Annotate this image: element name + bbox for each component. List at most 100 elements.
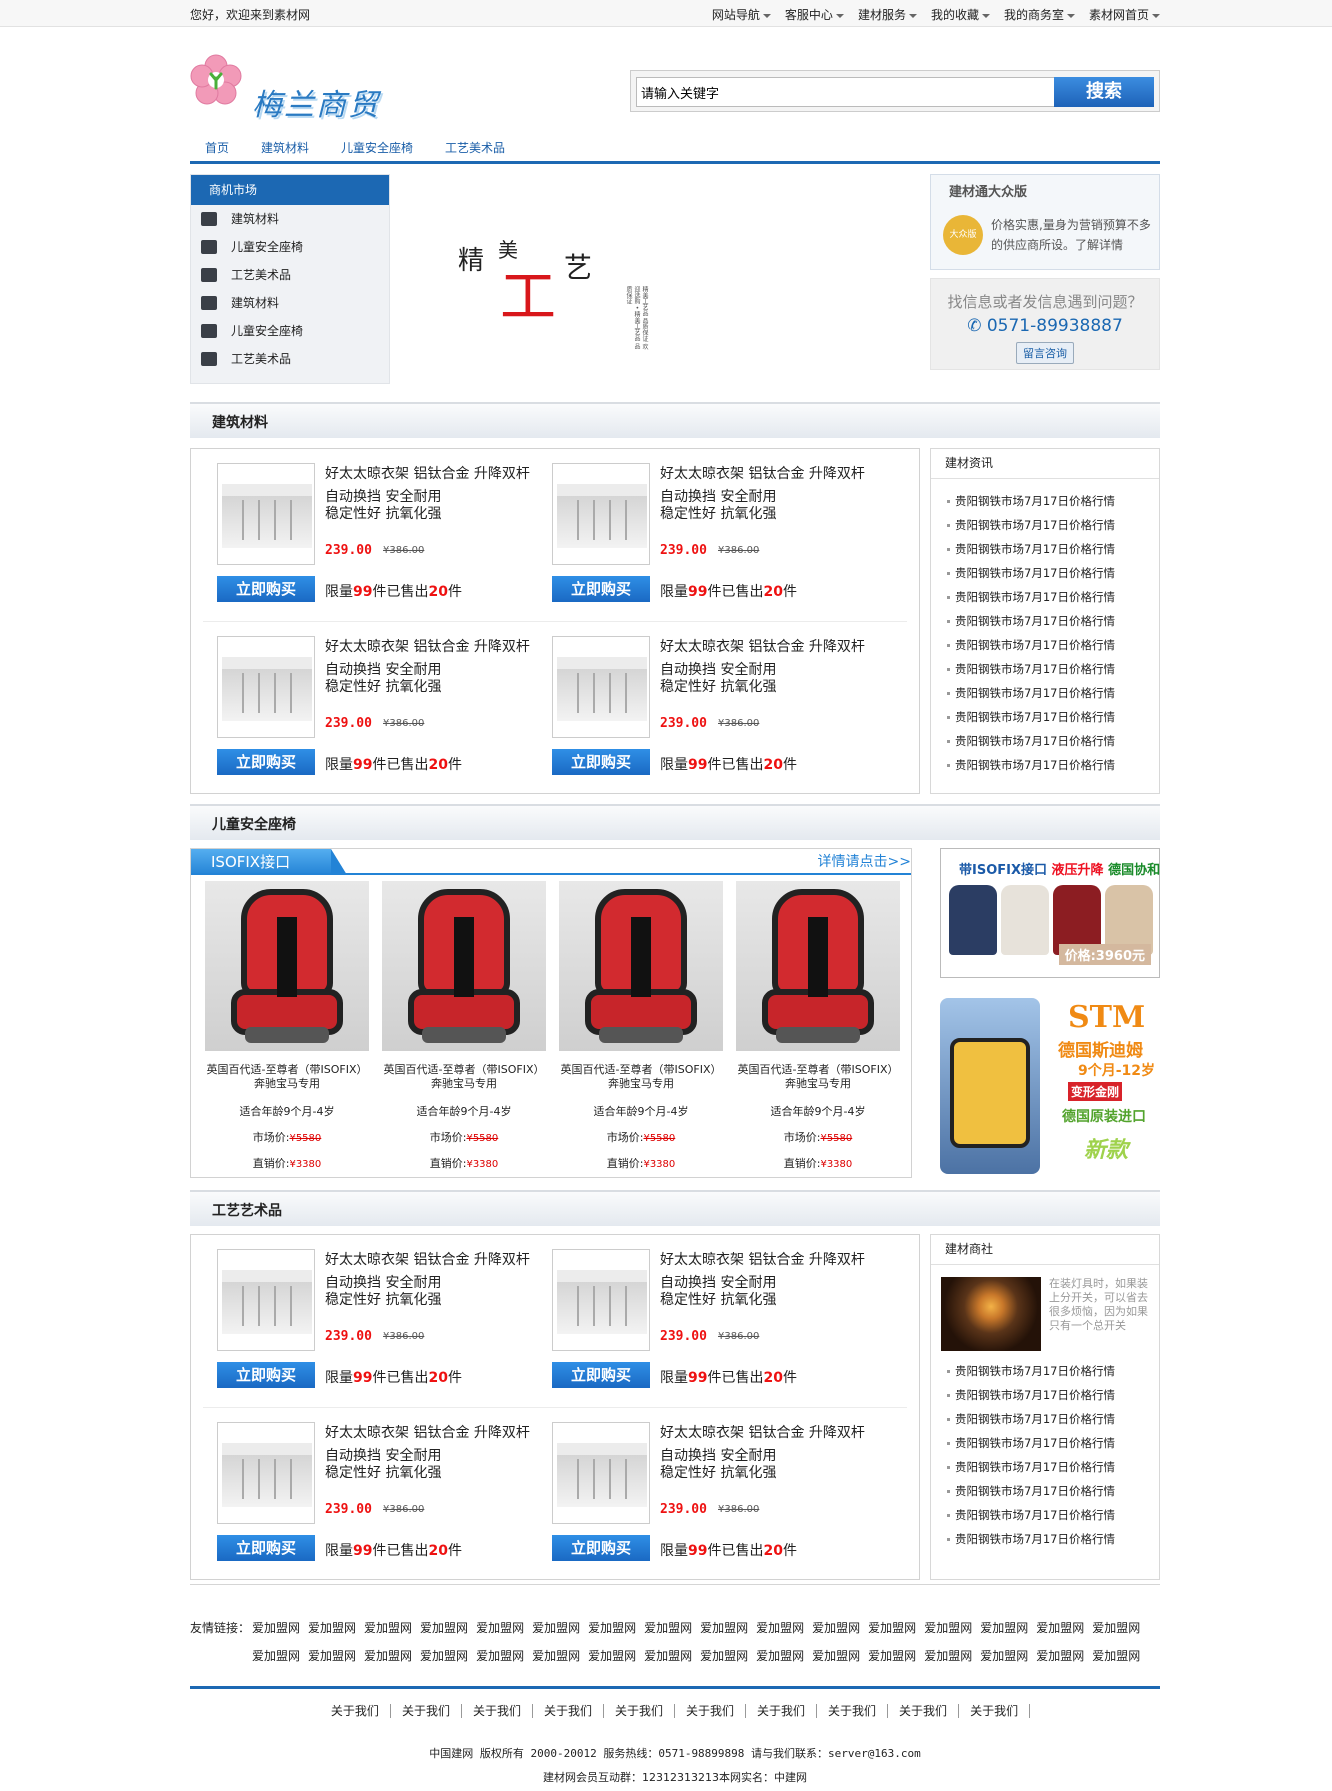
friend-link[interactable]: 爱加盟网 <box>700 1614 748 1642</box>
friend-link[interactable]: 爱加盟网 <box>532 1642 580 1670</box>
friend-link[interactable]: 爱加盟网 <box>1036 1642 1084 1670</box>
mainnav-home[interactable]: 首页 <box>205 138 229 161</box>
news-item[interactable]: 贵阳钢铁市场7月17日价格行情 <box>947 657 1159 681</box>
footer-link[interactable]: 关于我们 <box>391 1704 462 1718</box>
footer-link[interactable]: 关于我们 <box>320 1704 391 1718</box>
friend-link[interactable]: 爱加盟网 <box>1036 1614 1084 1642</box>
isofix-tab[interactable]: ISOFIX接口 <box>191 849 347 875</box>
friend-link[interactable]: 爱加盟网 <box>532 1614 580 1642</box>
product-image[interactable] <box>217 636 315 738</box>
stm-ad[interactable]: STM 德国斯迪姆 9个月-12岁 变形金刚 德国原装进口 新款 <box>940 998 1160 1174</box>
buy-button[interactable]: 立即购买 <box>217 576 315 602</box>
seat-name[interactable]: 英国百代适-至尊者（带ISOFIX）奔驰宝马专用 <box>736 1063 900 1091</box>
friend-link[interactable]: 爱加盟网 <box>756 1614 804 1642</box>
news-item[interactable]: 贵阳钢铁市场7月17日价格行情 <box>947 729 1159 753</box>
news-item[interactable]: 贵阳钢铁市场7月17日价格行情 <box>947 1431 1159 1455</box>
news-item[interactable]: 贵阳钢铁市场7月17日价格行情 <box>947 753 1159 777</box>
footer-link[interactable]: 关于我们 <box>533 1704 604 1718</box>
friend-link[interactable]: 爱加盟网 <box>364 1642 412 1670</box>
product-image[interactable] <box>552 463 650 565</box>
footer-link[interactable]: 关于我们 <box>888 1704 960 1718</box>
seat-image[interactable] <box>559 881 723 1051</box>
friend-link[interactable]: 爱加盟网 <box>420 1642 468 1670</box>
mainnav-craft[interactable]: 工艺美术品 <box>445 138 505 161</box>
search-input[interactable] <box>636 77 1058 107</box>
footer-link[interactable]: 关于我们 <box>959 1704 1031 1718</box>
message-button[interactable]: 留言咨询 <box>1016 342 1074 364</box>
friend-link[interactable]: 爱加盟网 <box>700 1642 748 1670</box>
hero-banner[interactable]: 精 美 工 艺 精美工艺品 品质保证 欢迎选购 • 精美工艺品 品质保证 <box>410 174 920 384</box>
friend-link[interactable]: 爱加盟网 <box>308 1642 356 1670</box>
news-item[interactable]: 贵阳钢铁市场7月17日价格行情 <box>947 489 1159 513</box>
seat-name[interactable]: 英国百代适-至尊者（带ISOFIX）奔驰宝马专用 <box>382 1063 546 1091</box>
product-image[interactable] <box>552 636 650 738</box>
news-item[interactable]: 贵阳钢铁市场7月17日价格行情 <box>947 1383 1159 1407</box>
side-menu-item[interactable]: 工艺美术品 <box>191 261 389 289</box>
news-item[interactable]: 贵阳钢铁市场7月17日价格行情 <box>947 1455 1159 1479</box>
mainnav-child-seat[interactable]: 儿童安全座椅 <box>341 138 413 161</box>
product-image[interactable] <box>217 1249 315 1351</box>
product-title[interactable]: 好太太晾衣架 铝钛合金 升降双杆 <box>660 463 865 483</box>
isofix-ad[interactable]: 带ISOFIX接口 液压升降 德国协和 价格:3960元 <box>940 848 1160 978</box>
product-title[interactable]: 好太太晾衣架 铝钛合金 升降双杆 <box>325 636 530 656</box>
friend-link[interactable]: 爱加盟网 <box>924 1642 972 1670</box>
topnav-building-service[interactable]: 建材服务 <box>858 6 917 23</box>
news-item[interactable]: 贵阳钢铁市场7月17日价格行情 <box>947 1407 1159 1431</box>
friend-link[interactable]: 爱加盟网 <box>1092 1614 1140 1642</box>
featured-news-text[interactable]: 在装灯具时，如果装上分开关，可以省去很多烦恼，因为如果只有一个总开关 <box>1049 1277 1151 1333</box>
news-item[interactable]: 贵阳钢铁市场7月17日价格行情 <box>947 513 1159 537</box>
product-image[interactable] <box>217 463 315 565</box>
flower-logo-icon[interactable] <box>190 54 242 106</box>
seat-name[interactable]: 英国百代适-至尊者（带ISOFIX）奔驰宝马专用 <box>559 1063 723 1091</box>
side-menu-item[interactable]: 工艺美术品 <box>191 345 389 373</box>
footer-link[interactable]: 关于我们 <box>604 1704 675 1718</box>
featured-news[interactable]: 在装灯具时，如果装上分开关，可以省去很多烦恼，因为如果只有一个总开关 <box>931 1265 1159 1351</box>
lamp-image[interactable] <box>941 1277 1041 1351</box>
friend-link[interactable]: 爱加盟网 <box>364 1614 412 1642</box>
buy-button[interactable]: 立即购买 <box>217 1535 315 1561</box>
seat-name[interactable]: 英国百代适-至尊者（带ISOFIX）奔驰宝马专用 <box>205 1063 369 1091</box>
footer-link[interactable]: 关于我们 <box>746 1704 818 1718</box>
footer-link[interactable]: 关于我们 <box>817 1704 889 1718</box>
friend-link[interactable]: 爱加盟网 <box>420 1614 468 1642</box>
news-item[interactable]: 贵阳钢铁市场7月17日价格行情 <box>947 537 1159 561</box>
friend-link[interactable]: 爱加盟网 <box>308 1614 356 1642</box>
search-button[interactable]: 搜索 <box>1054 77 1154 107</box>
more-link[interactable]: 详情请点击>> <box>818 851 911 871</box>
friend-link[interactable]: 爱加盟网 <box>588 1614 636 1642</box>
friend-link[interactable]: 爱加盟网 <box>476 1614 524 1642</box>
buy-button[interactable]: 立即购买 <box>552 749 650 775</box>
friend-link[interactable]: 爱加盟网 <box>756 1642 804 1670</box>
buy-button[interactable]: 立即购买 <box>217 1362 315 1388</box>
buy-button[interactable]: 立即购买 <box>552 576 650 602</box>
footer-link[interactable]: 关于我们 <box>462 1704 533 1718</box>
product-title[interactable]: 好太太晾衣架 铝钛合金 升降双杆 <box>325 1422 530 1442</box>
product-image[interactable] <box>552 1422 650 1524</box>
buy-button[interactable]: 立即购买 <box>552 1362 650 1388</box>
topnav-favorites[interactable]: 我的收藏 <box>931 6 990 23</box>
promo-text[interactable]: 价格实惠,量身为营销预算不多的供应商所设。了解详情 <box>991 215 1151 255</box>
product-title[interactable]: 好太太晾衣架 铝钛合金 升降双杆 <box>660 1422 865 1442</box>
mainnav-building[interactable]: 建筑材料 <box>261 138 309 161</box>
friend-link[interactable]: 爱加盟网 <box>868 1614 916 1642</box>
topnav-service[interactable]: 客服中心 <box>785 6 844 23</box>
news-item[interactable]: 贵阳钢铁市场7月17日价格行情 <box>947 1359 1159 1383</box>
seat-image[interactable] <box>382 881 546 1051</box>
topnav-home[interactable]: 素材网首页 <box>1089 6 1160 23</box>
news-item[interactable]: 贵阳钢铁市场7月17日价格行情 <box>947 585 1159 609</box>
friend-link[interactable]: 爱加盟网 <box>644 1642 692 1670</box>
news-item[interactable]: 贵阳钢铁市场7月17日价格行情 <box>947 1479 1159 1503</box>
buy-button[interactable]: 立即购买 <box>552 1535 650 1561</box>
news-item[interactable]: 贵阳钢铁市场7月17日价格行情 <box>947 1527 1159 1551</box>
friend-link[interactable]: 爱加盟网 <box>1092 1642 1140 1670</box>
friend-link[interactable]: 爱加盟网 <box>980 1614 1028 1642</box>
friend-link[interactable]: 爱加盟网 <box>924 1614 972 1642</box>
seat-image[interactable] <box>205 881 369 1051</box>
side-menu-item[interactable]: 建筑材料 <box>191 289 389 317</box>
footer-link[interactable]: 关于我们 <box>675 1704 747 1718</box>
side-menu-item[interactable]: 建筑材料 <box>191 205 389 233</box>
friend-link[interactable]: 爱加盟网 <box>812 1614 860 1642</box>
product-title[interactable]: 好太太晾衣架 铝钛合金 升降双杆 <box>325 1249 530 1269</box>
topnav-office[interactable]: 我的商务室 <box>1004 6 1075 23</box>
buy-button[interactable]: 立即购买 <box>217 749 315 775</box>
